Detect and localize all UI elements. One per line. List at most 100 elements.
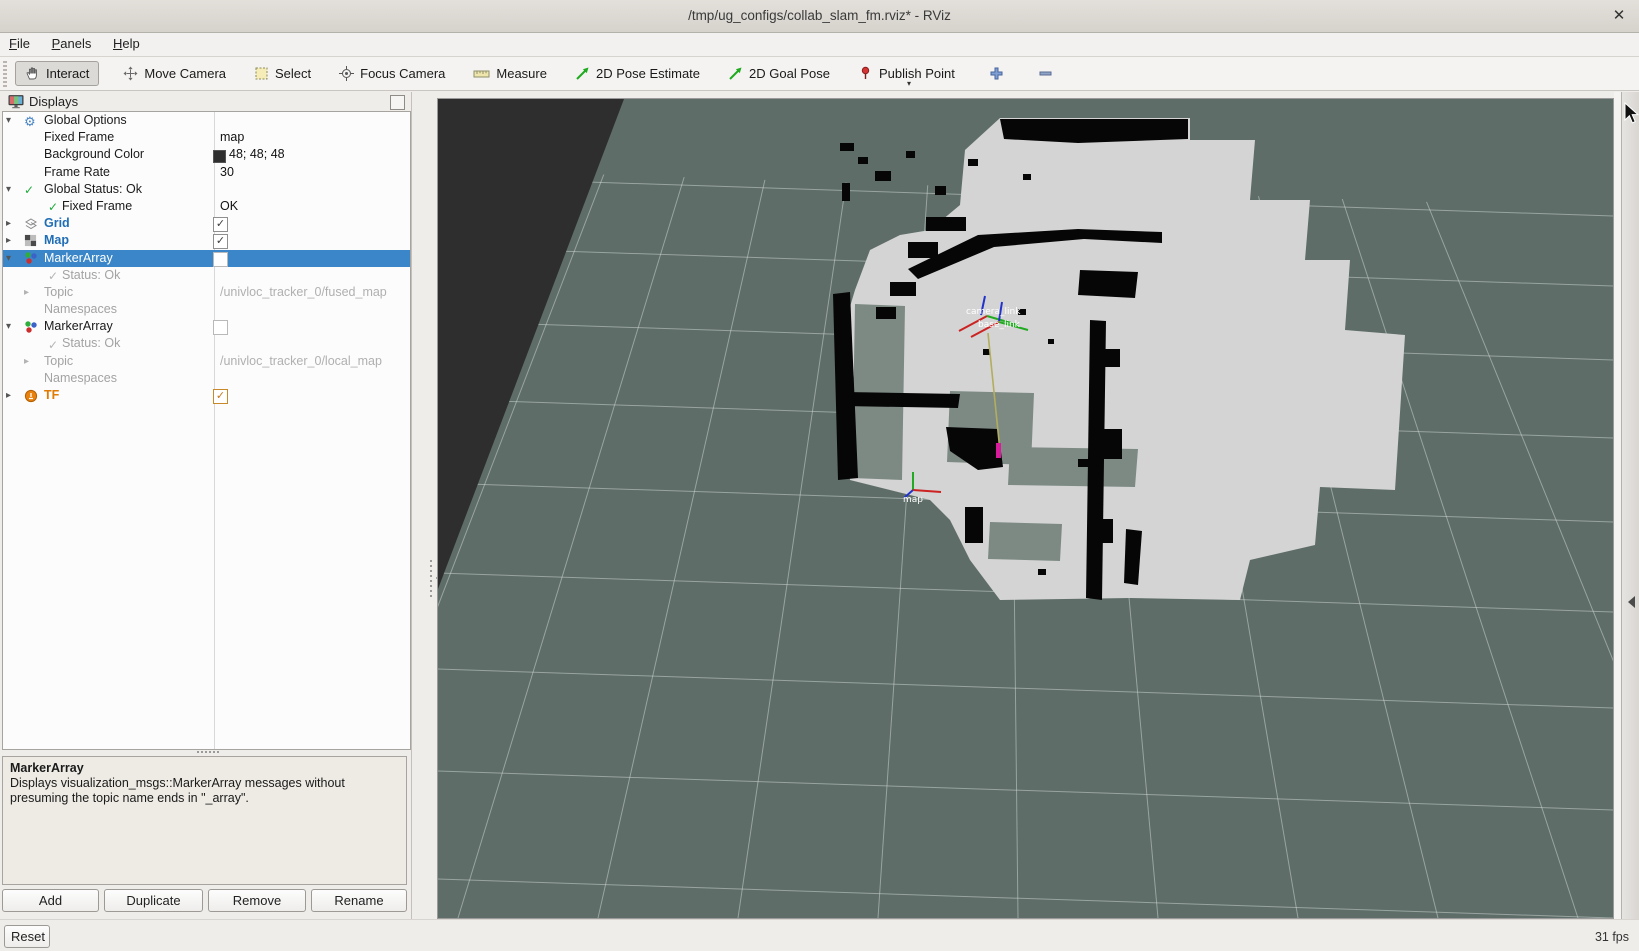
tool-2d-pose-estimate[interactable]: 2D Pose Estimate <box>575 66 700 81</box>
row-value[interactable]: /univloc_tracker_0/local_map <box>220 353 382 370</box>
tool-measure[interactable]: Measure <box>473 66 547 81</box>
menu-panels[interactable]: Panels <box>43 33 101 56</box>
expand-right-panel-arrow-icon[interactable] <box>1628 596 1635 608</box>
expander-closed-icon[interactable]: ▸ <box>6 215 11 232</box>
display-tree-row-global-status-ok[interactable]: ▾✓Global Status: Ok <box>3 181 410 198</box>
gear-icon: ⚙ <box>24 114 36 129</box>
display-tree-row-status-ok[interactable]: ✓Status: Ok <box>3 335 410 352</box>
row-value[interactable]: 30 <box>220 164 234 181</box>
check-icon: ✓ <box>48 200 58 214</box>
enable-checkbox[interactable] <box>213 320 228 335</box>
move-camera-icon <box>123 66 138 81</box>
panel-viewport-splitter[interactable] <box>410 92 438 919</box>
expander-closed-icon[interactable]: ▸ <box>6 387 11 404</box>
row-value[interactable]: map <box>220 129 244 146</box>
right-dock-gap <box>1614 92 1621 925</box>
row-label: Status: Ok <box>62 267 120 284</box>
display-tree-row-frame-rate[interactable]: Frame Rate 30 <box>3 164 410 181</box>
add-tool-button[interactable] <box>989 66 1004 81</box>
row-label: MarkerArray <box>44 318 113 335</box>
row-label: TF <box>44 387 59 404</box>
rename-display-button[interactable]: Rename <box>311 889 407 912</box>
row-label: Frame Rate <box>44 164 110 181</box>
displays-panel-header: Displays <box>2 92 410 111</box>
dock-float-button[interactable] <box>390 95 405 110</box>
display-tree-row-topic[interactable]: ▸ Topic/univloc_tracker_0/local_map <box>3 353 410 370</box>
display-tree-row-topic[interactable]: ▸ Topic/univloc_tracker_0/fused_map <box>3 284 410 301</box>
row-value[interactable]: /univloc_tracker_0/fused_map <box>220 284 387 301</box>
expander-open-icon[interactable]: ▾ <box>6 318 11 335</box>
marker-array-icon <box>24 251 38 265</box>
row-label: Grid <box>44 215 70 232</box>
duplicate-display-button[interactable]: Duplicate <box>104 889 203 912</box>
enable-checkbox[interactable]: ✓ <box>213 234 228 249</box>
display-tree-row-fixed-frame[interactable]: Fixed Frame map <box>3 129 410 146</box>
row-label: Fixed Frame <box>44 129 114 146</box>
row-label: Namespaces <box>44 370 117 387</box>
green-arrow-icon <box>575 66 590 81</box>
add-display-button[interactable]: Add <box>2 889 99 912</box>
ruler-icon <box>473 66 490 81</box>
close-icon[interactable]: ✕ <box>1609 6 1629 26</box>
check-icon: ✓ <box>24 183 34 197</box>
toolbar-overflow-icon[interactable]: ▾ <box>907 79 911 88</box>
row-label: Status: Ok <box>62 335 120 352</box>
row-label: Namespaces <box>44 301 117 318</box>
display-tree-row-status-ok[interactable]: ✓ Status: Ok <box>3 267 410 284</box>
right-dock-collapsed[interactable] <box>1621 92 1639 925</box>
description-text: Displays visualization_msgs::MarkerArray… <box>10 776 345 805</box>
render-viewport-3d[interactable]: camera_link base_link map <box>437 98 1614 919</box>
row-label: MarkerArray <box>44 250 113 267</box>
color-swatch[interactable] <box>213 150 226 163</box>
expander-closed-icon[interactable]: ▸ <box>24 353 29 370</box>
display-tree-row-global-options[interactable]: ▾ ⚙ Global Options <box>3 112 410 129</box>
display-tree-row-tf[interactable]: ▸ TF ✓ <box>3 387 410 404</box>
remove-display-button[interactable]: Remove <box>208 889 306 912</box>
expander-open-icon[interactable]: ▾ <box>6 181 11 198</box>
tree-description-splitter[interactable] <box>2 748 409 756</box>
window-title: /tmp/ug_configs/collab_slam_fm.rviz* - R… <box>0 8 1639 23</box>
displays-panel-title: Displays <box>29 94 78 109</box>
plus-icon <box>989 66 1004 81</box>
menu-file[interactable]: File <box>0 33 39 56</box>
expander-open-icon[interactable]: ▾ <box>6 112 11 129</box>
description-title: MarkerArray <box>10 761 84 775</box>
remove-tool-button[interactable] <box>1038 66 1053 81</box>
tool-interact[interactable]: Interact <box>15 61 99 86</box>
display-tree-row-fixed-frame[interactable]: ✓Fixed FrameOK <box>3 198 410 215</box>
display-tree-row-markerarray[interactable]: ▾ MarkerArray <box>3 318 410 335</box>
display-tree-row-markerarray[interactable]: ▾ MarkerArray <box>3 250 410 267</box>
display-tree-row-map[interactable]: ▸Map✓ <box>3 232 410 249</box>
display-tree-row-namespaces[interactable]: Namespaces <box>3 301 410 318</box>
enable-checkbox[interactable]: ✓ <box>213 389 228 404</box>
tool-2d-goal-pose[interactable]: 2D Goal Pose <box>728 66 830 81</box>
enable-checkbox[interactable] <box>213 252 228 267</box>
row-value[interactable]: 48; 48; 48 <box>229 146 285 163</box>
enable-checkbox[interactable]: ✓ <box>213 217 228 232</box>
display-tree-row-background-color[interactable]: Background Color48; 48; 48 <box>3 146 410 163</box>
tool-move-camera[interactable]: Move Camera <box>123 66 226 81</box>
menu-help[interactable]: Help <box>104 33 149 56</box>
expander-closed-icon[interactable]: ▸ <box>24 284 29 301</box>
expander-open-icon[interactable]: ▾ <box>6 250 11 267</box>
row-label: Global Options <box>44 112 127 129</box>
status-bar: Reset 31 fps <box>0 919 1639 951</box>
toolbar-drag-handle[interactable] <box>3 61 7 87</box>
menu-bar: File Panels Help <box>0 33 1639 57</box>
display-tree-row-grid[interactable]: ▸ Grid ✓ <box>3 215 410 232</box>
check-icon: ✓ <box>48 269 58 283</box>
expander-closed-icon[interactable]: ▸ <box>6 232 11 249</box>
display-tree-row-namespaces[interactable]: Namespaces <box>3 370 410 387</box>
splitter-dots <box>430 560 432 600</box>
grid-icon <box>24 217 38 231</box>
scene-canvas: camera_link base_link map <box>438 99 1613 918</box>
row-label: Fixed Frame <box>62 198 132 215</box>
row-label: Topic <box>44 353 73 370</box>
title-bar: /tmp/ug_configs/collab_slam_fm.rviz* - R… <box>0 0 1639 33</box>
hand-icon <box>25 66 40 81</box>
select-box-icon <box>254 66 269 81</box>
tool-select[interactable]: Select <box>254 66 311 81</box>
row-label: Topic <box>44 284 73 301</box>
tool-focus-camera[interactable]: Focus Camera <box>339 66 445 81</box>
reset-button[interactable]: Reset <box>4 925 50 948</box>
